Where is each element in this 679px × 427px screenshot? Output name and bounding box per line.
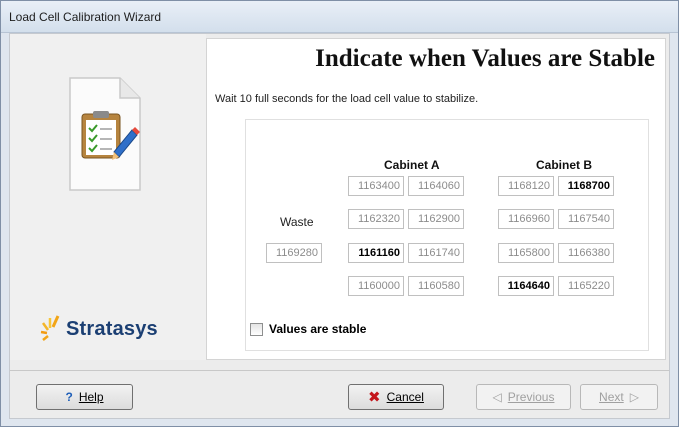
stratasys-burst-icon bbox=[40, 315, 60, 341]
next-button[interactable]: Next ▷ bbox=[580, 384, 658, 410]
previous-arrow-icon: ◁ bbox=[492, 390, 502, 404]
cabinet-b-value-field: 1166960 bbox=[498, 209, 554, 229]
footer-divider bbox=[10, 370, 669, 371]
cabinet-b-value-field: 1165220 bbox=[558, 276, 614, 296]
cabinet-a-value-field: 1163400 bbox=[348, 176, 404, 196]
cabinet-b-value-field: 1165800 bbox=[498, 243, 554, 263]
cabinet-a-value-field: 1162900 bbox=[408, 209, 464, 229]
help-button[interactable]: ? Help bbox=[36, 384, 133, 410]
previous-button-label: Previous bbox=[507, 390, 555, 404]
cancel-button-label: Cancel bbox=[386, 390, 424, 404]
help-button-label: Help bbox=[78, 390, 104, 404]
cabinet-a-value-field: 1162320 bbox=[348, 209, 404, 229]
cabinet-b-value-field: 1168120 bbox=[498, 176, 554, 196]
waste-value-field: 1169280 bbox=[266, 243, 322, 263]
cabinet-b-value-field: 1166380 bbox=[558, 243, 614, 263]
cabinet-a-value-field-highlighted: 1161160 bbox=[348, 243, 404, 263]
waste-label: Waste bbox=[280, 215, 314, 229]
instruction-text: Wait 10 full seconds for the load cell v… bbox=[215, 93, 479, 105]
window-title: Load Cell Calibration Wizard bbox=[9, 10, 162, 24]
left-panel: Stratasys bbox=[10, 34, 206, 360]
cabinet-a-value-field: 1160000 bbox=[348, 276, 404, 296]
values-stable-label: Values are stable bbox=[269, 322, 367, 336]
step-content-panel: Indicate when Values are Stable Wait 10 … bbox=[206, 38, 666, 360]
wizard-window: Load Cell Calibration Wizard Stratasys I… bbox=[0, 0, 679, 427]
help-icon: ? bbox=[65, 390, 73, 404]
load-cell-values-panel: Cabinet A Cabinet B Waste 1169280 116340… bbox=[245, 119, 649, 351]
cabinet-a-header: Cabinet A bbox=[384, 158, 440, 172]
page-title: Indicate when Values are Stable bbox=[315, 45, 655, 72]
wizard-body: Stratasys Indicate when Values are Stabl… bbox=[9, 33, 670, 419]
values-stable-checkbox[interactable]: Values are stable bbox=[250, 322, 366, 336]
next-arrow-icon: ▷ bbox=[629, 390, 639, 404]
cabinet-b-value-field-highlighted: 1164640 bbox=[498, 276, 554, 296]
cabinet-a-value-field: 1160580 bbox=[408, 276, 464, 296]
clipboard-document-icon bbox=[69, 77, 141, 191]
cancel-x-icon: ✖ bbox=[368, 389, 381, 406]
previous-button[interactable]: ◁ Previous bbox=[476, 384, 571, 410]
cabinet-b-value-field: 1167540 bbox=[558, 209, 614, 229]
cabinet-a-value-field: 1164060 bbox=[408, 176, 464, 196]
cabinet-b-value-field-highlighted: 1168700 bbox=[558, 176, 614, 196]
brand-name: Stratasys bbox=[66, 317, 158, 340]
title-bar[interactable]: Load Cell Calibration Wizard bbox=[1, 1, 678, 33]
checkbox-box[interactable] bbox=[250, 322, 263, 336]
cabinet-a-value-field: 1161740 bbox=[408, 243, 464, 263]
next-button-label: Next bbox=[599, 390, 624, 404]
stratasys-logo: Stratasys bbox=[40, 314, 158, 344]
cabinet-b-header: Cabinet B bbox=[536, 158, 593, 172]
cancel-button[interactable]: ✖ Cancel bbox=[348, 384, 444, 410]
